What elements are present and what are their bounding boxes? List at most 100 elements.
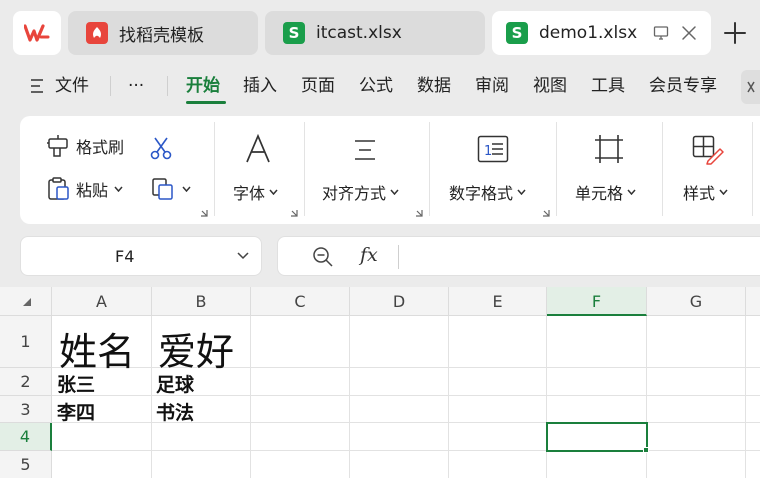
tab-docer-templates[interactable]: 找稻壳模板 xyxy=(68,11,258,55)
column-header-c[interactable]: C xyxy=(251,287,350,316)
number-format-dropdown[interactable]: 数字格式 xyxy=(449,180,526,204)
style-dropdown[interactable]: 样式 xyxy=(683,180,728,204)
clipboard-paste-icon xyxy=(48,177,69,200)
ribbon-toolbar xyxy=(20,116,760,224)
row-header-1[interactable]: 1 xyxy=(0,316,52,368)
cell-b1[interactable]: 爱好 xyxy=(158,321,234,376)
cell-icon xyxy=(595,135,623,163)
align-dropdown[interactable]: 对齐方式 xyxy=(322,180,399,204)
hamburger-menu-icon[interactable] xyxy=(30,78,44,94)
tab-demo1-xlsx[interactable]: S demo1.xlsx xyxy=(492,11,711,55)
row-header-2[interactable]: 2 xyxy=(0,368,52,396)
group-expand-corner-icon[interactable] xyxy=(542,209,550,217)
chevron-down-icon xyxy=(182,186,191,192)
selected-cell-f4[interactable] xyxy=(546,422,648,452)
close-tab-icon[interactable] xyxy=(681,25,697,41)
style-brush-icon xyxy=(692,135,724,165)
cell-label: 单元格 xyxy=(575,184,624,203)
row-header-4[interactable]: 4 xyxy=(0,423,52,451)
cell-a1[interactable]: 姓名 xyxy=(59,321,135,376)
chevron-down-icon xyxy=(627,189,636,195)
tab-label: itcast.xlsx xyxy=(316,23,402,43)
font-dropdown[interactable]: 字体 xyxy=(233,180,278,204)
menu-member[interactable]: 会员专享 xyxy=(649,66,717,106)
copy-icon xyxy=(152,178,173,200)
menu-formula[interactable]: 公式 xyxy=(359,66,393,106)
column-header-h[interactable] xyxy=(746,287,760,316)
paste-button[interactable]: 粘贴 xyxy=(46,176,123,202)
zoom-search-icon[interactable] xyxy=(312,246,334,268)
menu-insert[interactable]: 插入 xyxy=(243,66,277,106)
chevron-down-icon xyxy=(517,189,526,195)
cell-a2[interactable]: 张三 xyxy=(57,370,95,397)
tab-itcast-xlsx[interactable]: S itcast.xlsx xyxy=(265,11,485,55)
number-format-label: 数字格式 xyxy=(449,184,514,203)
ribbon-divider xyxy=(304,122,305,216)
menu-view[interactable]: 视图 xyxy=(533,66,567,106)
wps-logo-button[interactable] xyxy=(13,11,61,55)
column-header-b[interactable]: B xyxy=(152,287,251,316)
menu-file[interactable]: 文件 xyxy=(55,66,89,106)
group-expand-corner-icon[interactable] xyxy=(415,209,423,217)
tab-label: 找稻壳模板 xyxy=(119,25,204,46)
name-box-value: F4 xyxy=(115,247,135,266)
ribbon-divider xyxy=(752,122,753,216)
function-fx-button[interactable]: fx xyxy=(360,244,378,266)
chevron-down-icon xyxy=(114,186,123,192)
row-header-5[interactable]: 5 xyxy=(0,451,52,478)
chevron-down-icon xyxy=(719,189,728,195)
spreadsheet-icon: S xyxy=(283,22,305,44)
row-header-3[interactable]: 3 xyxy=(0,396,52,423)
menu-data[interactable]: 数据 xyxy=(417,66,451,106)
menu-review[interactable]: 审阅 xyxy=(475,66,509,106)
column-header-a[interactable]: A xyxy=(52,287,152,316)
format-painter-label: 格式刷 xyxy=(76,138,125,157)
docer-icon xyxy=(86,22,108,44)
format-painter-icon xyxy=(47,135,68,157)
chevron-right-icon xyxy=(746,81,755,93)
column-header-f[interactable]: F xyxy=(547,287,647,316)
menu-more[interactable]: ··· xyxy=(128,66,144,106)
spreadsheet-icon: S xyxy=(506,22,528,44)
monitor-icon[interactable] xyxy=(653,25,669,41)
name-box[interactable]: F4 xyxy=(20,236,262,276)
number-format-icon: 1 xyxy=(477,135,509,163)
chevron-down-icon xyxy=(269,189,278,195)
cell-b2[interactable]: 足球 xyxy=(156,370,194,397)
copy-button[interactable] xyxy=(150,176,191,202)
formula-input[interactable] xyxy=(408,246,748,268)
new-tab-plus-icon[interactable] xyxy=(722,20,748,46)
column-header-e[interactable]: E xyxy=(449,287,547,316)
font-label: 字体 xyxy=(233,184,266,203)
tab-label: demo1.xlsx xyxy=(539,23,638,43)
cut-scissors-icon[interactable] xyxy=(148,136,174,160)
align-label: 对齐方式 xyxy=(322,184,387,203)
group-expand-corner-icon[interactable] xyxy=(200,209,208,217)
menu-tools[interactable]: 工具 xyxy=(591,66,625,106)
column-header-d[interactable]: D xyxy=(350,287,449,316)
svg-text:1: 1 xyxy=(484,144,492,159)
select-all-triangle-icon xyxy=(23,298,31,306)
ribbon-divider xyxy=(662,122,663,216)
cell-a3[interactable]: 李四 xyxy=(57,398,95,425)
wps-logo-icon xyxy=(24,24,50,42)
menu-divider xyxy=(110,76,111,96)
menu-page[interactable]: 页面 xyxy=(301,66,335,106)
column-header-g[interactable]: G xyxy=(647,287,746,316)
ribbon-divider xyxy=(556,122,557,216)
fill-handle[interactable] xyxy=(643,447,649,453)
cell-dropdown[interactable]: 单元格 xyxy=(575,180,636,204)
menu-overflow-button[interactable] xyxy=(741,70,760,104)
select-all-corner[interactable] xyxy=(0,287,52,316)
ribbon-divider xyxy=(429,122,430,216)
paste-label: 粘贴 xyxy=(76,181,109,200)
font-a-icon xyxy=(246,134,270,163)
group-expand-corner-icon[interactable] xyxy=(290,209,298,217)
chevron-down-icon[interactable] xyxy=(237,252,249,260)
cell-b3[interactable]: 书法 xyxy=(156,398,194,425)
format-painter-button[interactable]: 格式刷 xyxy=(46,134,124,158)
formula-bar: fx xyxy=(277,236,760,276)
menu-home[interactable]: 开始 xyxy=(186,66,220,106)
formula-divider xyxy=(398,245,399,269)
style-label: 样式 xyxy=(683,184,716,203)
